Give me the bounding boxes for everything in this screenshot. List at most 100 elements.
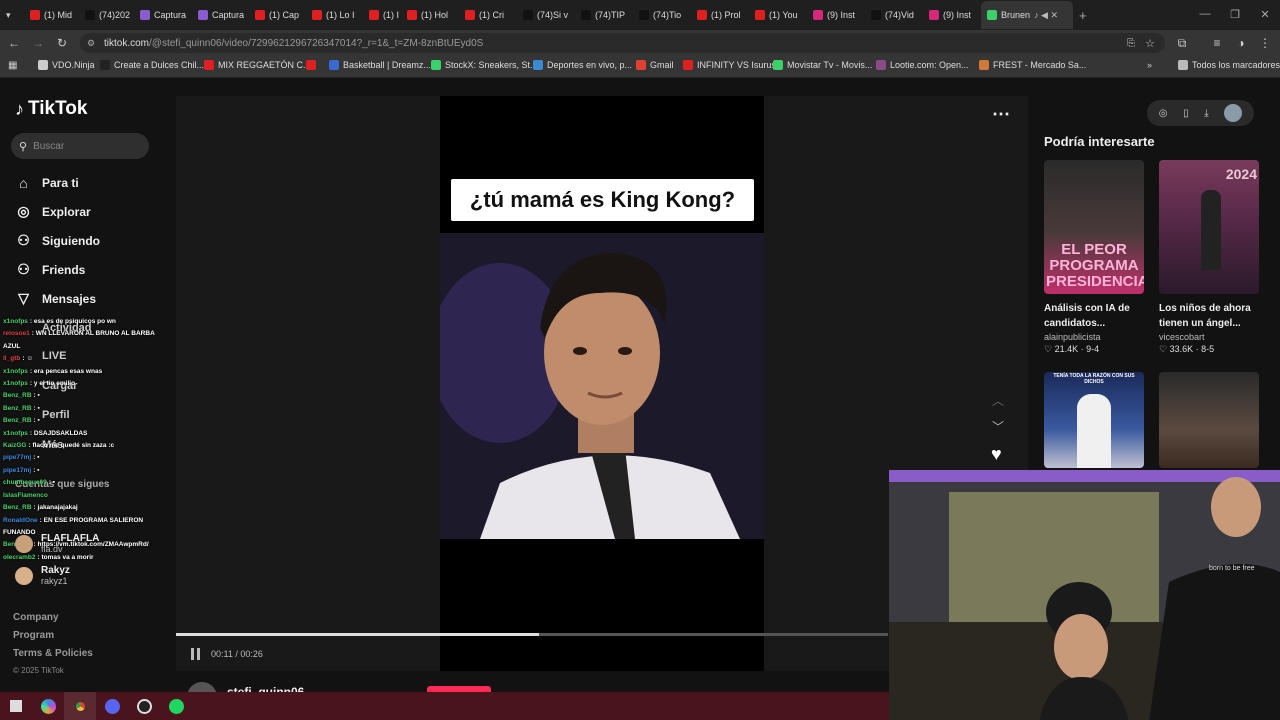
discord-icon[interactable]: [96, 692, 128, 720]
device-icon[interactable]: ▯: [1183, 108, 1189, 119]
sidebar-item-label: Siguiendo: [42, 233, 100, 248]
bookmark-favicon-icon: [306, 60, 316, 70]
browser-tab[interactable]: (74)Tio: [633, 1, 691, 29]
coins-icon[interactable]: ◎: [1159, 108, 1168, 119]
sidebar-item-explorar[interactable]: ◎ Explorar: [15, 197, 100, 226]
bookmark-item[interactable]: StockX: Sneakers, St...: [431, 60, 538, 70]
search-icon: ⚲: [19, 140, 28, 153]
browser-tab[interactable]: (74)TIP: [575, 1, 633, 29]
browser-tab[interactable]: (74)Vid: [865, 1, 923, 29]
followed-account[interactable]: Rakyz rakyz1: [15, 565, 70, 587]
bookmark-item[interactable]: MIX REGGAETÓN C...: [204, 60, 311, 70]
bookmark-favicon-icon: [100, 60, 110, 70]
close-window-icon[interactable]: ✕: [1250, 0, 1280, 28]
new-tab-button[interactable]: +: [1073, 1, 1093, 29]
more-bookmarks-icon[interactable]: »: [1147, 60, 1152, 70]
tab-close-icon[interactable]: ♪ ◀ ✕: [1034, 10, 1058, 21]
footer-program-link[interactable]: Program: [13, 630, 54, 641]
chrome-icon[interactable]: [64, 692, 96, 720]
site-info-icon[interactable]: ⚙: [87, 38, 95, 49]
url-bar[interactable]: ⚙ tiktok.com/@stefi_quinn06/video/729962…: [80, 33, 1165, 53]
previous-video-icon[interactable]: ︿: [992, 392, 1004, 409]
suggested-card[interactable]: EL PEOR PROGRAMA PRESIDENCIAL Análisis c…: [1044, 160, 1144, 355]
browser-tab[interactable]: (1) Cri: [459, 1, 517, 29]
sidebar-item-para-ti[interactable]: ⌂ Para ti: [15, 168, 100, 197]
forward-icon[interactable]: →: [26, 31, 50, 55]
browser-tab[interactable]: Captura: [134, 1, 192, 29]
browser-tab[interactable]: (1) Mid: [24, 1, 79, 29]
sidebar-item-mensajes[interactable]: ▽ Mensajes: [15, 284, 100, 313]
bookmark-item[interactable]: [306, 60, 320, 70]
bookmark-item[interactable]: Create a Dulces Chil...: [100, 60, 204, 70]
bookmark-item[interactable]: Movistar Tv - Movis...: [773, 60, 872, 70]
video-progress-bar[interactable]: [176, 633, 888, 636]
browser-tab[interactable]: (1) Prol: [691, 1, 749, 29]
windows-start-icon[interactable]: [0, 692, 32, 720]
video-surface[interactable]: ¿tú mamá es King Kong?: [440, 96, 764, 671]
bookmark-item[interactable]: Lootie.com: Open...: [876, 60, 969, 70]
suggested-card[interactable]: TENÍA TODA LA RAZÓN CON SUS DICHOS: [1044, 372, 1144, 468]
browser-menu-icon[interactable]: ⋮: [1253, 31, 1277, 55]
bookmark-item[interactable]: VDO.Ninja: [38, 60, 95, 70]
apps-icon[interactable]: ▦: [8, 60, 17, 71]
tab-favicon-icon: [697, 10, 707, 20]
like-heart-icon[interactable]: ♥: [991, 444, 1002, 465]
suggested-card[interactable]: [1159, 372, 1259, 468]
profile-icon[interactable]: ◑: [1229, 31, 1253, 55]
tab-label: (74)202: [99, 10, 131, 20]
reload-icon[interactable]: ↻: [50, 31, 74, 55]
back-icon[interactable]: ←: [2, 31, 26, 55]
bookmark-item[interactable]: Basketball | Dreamz...: [329, 60, 431, 70]
chat-message: IslasFlamenco: [3, 490, 173, 502]
bookmark-label: StockX: Sneakers, St...: [445, 60, 538, 70]
footer-terms-link[interactable]: Terms & Policies: [13, 648, 93, 659]
browser-tab[interactable]: (1) Hol: [401, 1, 459, 29]
restore-icon[interactable]: ❐: [1220, 0, 1250, 28]
bookmark-item[interactable]: Gmail: [636, 60, 674, 70]
browser-tab[interactable]: (1) Cap: [249, 1, 306, 29]
browser-tab[interactable]: (9) Inst: [923, 1, 981, 29]
url-path: /@stefi_quinn06/video/729962129672634701…: [149, 37, 484, 49]
user-avatar[interactable]: [1224, 104, 1243, 122]
sidebar-item-siguiendo[interactable]: ⚇ Siguiendo: [15, 226, 100, 255]
browser-tab[interactable]: (9) Inst: [807, 1, 865, 29]
download-icon[interactable]: ⤓: [1204, 108, 1208, 119]
bookmark-item[interactable]: Deportes en vivo, p...: [533, 60, 632, 70]
tab-label: (74)TIP: [595, 10, 626, 20]
tab-label: Brunen: [1001, 10, 1031, 20]
browser-tab[interactable]: (74)Si v: [517, 1, 575, 29]
browser-tab[interactable]: (1) Lo I: [306, 1, 363, 29]
suggested-card[interactable]: 2024 Los niños de ahora tienen un ángel.…: [1159, 160, 1259, 355]
browser-tab[interactable]: (1) I: [363, 1, 401, 29]
tab-list-dropdown[interactable]: ▾: [0, 1, 24, 29]
sidebar-item-friends[interactable]: ⚇ Friends: [15, 255, 100, 284]
spotify-icon[interactable]: [160, 692, 192, 720]
card-count: 8-5: [1201, 344, 1215, 354]
obs-icon[interactable]: [128, 692, 160, 720]
media-control-icon[interactable]: ≡: [1205, 31, 1229, 55]
extensions-icon[interactable]: ⧉: [1170, 31, 1194, 55]
bookmark-star-icon[interactable]: ☆: [1145, 37, 1155, 50]
tiktok-logo[interactable]: ♪ TikTok: [15, 98, 87, 120]
bookmark-item[interactable]: FREST - Mercado Sa...: [979, 60, 1086, 70]
footer-company-link[interactable]: Company: [13, 612, 59, 623]
tab-label: (1) Mid: [44, 10, 73, 20]
card-likes: 21.4K: [1054, 344, 1079, 354]
followed-account[interactable]: FLAFLAFLA fla.dv: [15, 533, 99, 555]
bookmark-item[interactable]: Todos los marcadores: [1178, 60, 1280, 70]
search-input[interactable]: ⚲ Buscar: [11, 133, 149, 159]
next-video-icon[interactable]: ﹀: [992, 418, 1004, 435]
copilot-icon[interactable]: [32, 692, 64, 720]
bookmark-favicon-icon: [683, 60, 693, 70]
browser-tab[interactable]: (1) You: [749, 1, 807, 29]
browser-tab[interactable]: (74)202: [79, 1, 134, 29]
minimize-icon[interactable]: —: [1190, 0, 1220, 28]
tab-label: (9) Inst: [943, 10, 972, 20]
browser-tab[interactable]: Brunen ♪ ◀ ✕: [981, 1, 1073, 29]
browser-tab[interactable]: Captura: [192, 1, 249, 29]
tab-favicon-icon: [929, 10, 939, 20]
install-icon[interactable]: ⎘: [1127, 38, 1135, 49]
bookmark-item[interactable]: INFINITY VS Isurus: [683, 60, 776, 70]
more-options-icon[interactable]: ⋯: [992, 104, 1010, 125]
pause-icon[interactable]: [191, 648, 203, 660]
